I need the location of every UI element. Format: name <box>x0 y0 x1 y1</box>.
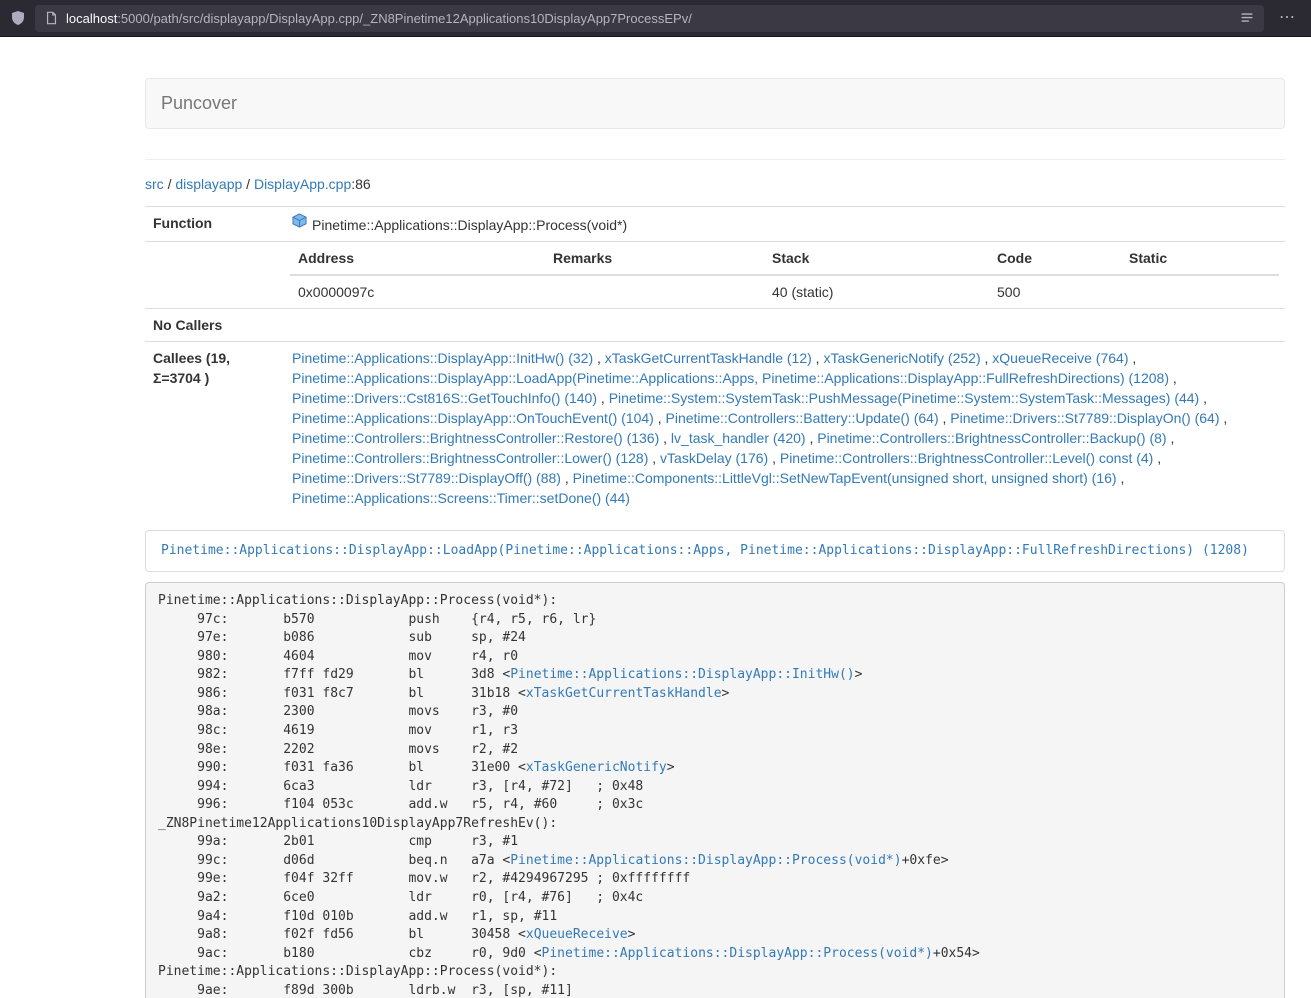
stats-cell: Address Remarks Stack Code Static 0x0000… <box>284 242 1285 309</box>
callee-separator: , <box>1128 350 1136 366</box>
col-static: Static <box>1121 242 1279 275</box>
callee-link[interactable]: xTaskGenericNotify (252) <box>823 350 980 366</box>
callee-separator: , <box>1220 410 1228 426</box>
breadcrumb-line-number: :86 <box>351 176 370 192</box>
breadcrumb: src / displayapp / DisplayApp.cpp:86 <box>145 174 1285 194</box>
url-path: :5000/path/src/displayapp/DisplayApp.cpp… <box>117 11 692 26</box>
callee-link[interactable]: Pinetime::Controllers::BrightnessControl… <box>817 430 1166 446</box>
callee-separator: , <box>597 390 609 406</box>
callee-separator: , <box>812 350 824 366</box>
callee-separator: , <box>1167 430 1175 446</box>
url-text[interactable]: localhost:5000/path/src/displayapp/Displ… <box>66 11 1232 26</box>
brand[interactable]: Puncover <box>161 93 237 114</box>
stats-table: Address Remarks Stack Code Static 0x0000… <box>290 242 1279 308</box>
function-row: Function Pinetime::Applications::Display… <box>145 207 1285 242</box>
disassembly: Pinetime::Applications::DisplayApp::Proc… <box>145 582 1285 998</box>
value-code: 500 <box>989 275 1121 308</box>
callee-link[interactable]: Pinetime::Components::LittleVgl::SetNewT… <box>573 470 1117 486</box>
callee-link[interactable]: Pinetime::Controllers::BrightnessControl… <box>292 430 659 446</box>
stats-row: Address Remarks Stack Code Static 0x0000… <box>145 242 1285 309</box>
callee-link[interactable]: Pinetime::Controllers::BrightnessControl… <box>780 450 1153 466</box>
code-symbol-link[interactable]: Pinetime::Applications::DisplayApp::Proc… <box>510 853 901 868</box>
row-label-no-callers: No Callers <box>145 309 284 342</box>
navbar: Puncover <box>145 78 1285 129</box>
url-bar[interactable]: localhost:5000/path/src/displayapp/Displ… <box>35 5 1264 32</box>
row-label-function: Function <box>145 207 284 242</box>
function-name: Pinetime::Applications::DisplayApp::Proc… <box>312 217 627 233</box>
value-static <box>1121 275 1279 308</box>
callee-separator: , <box>593 350 605 366</box>
code-symbol-link[interactable]: Pinetime::Applications::DisplayApp::Init… <box>510 667 854 682</box>
no-callers-cell <box>284 309 1285 342</box>
callee-separator: , <box>806 430 818 446</box>
callee-separator: , <box>1117 470 1125 486</box>
breadcrumb-separator: / <box>168 176 172 192</box>
reader-mode-icon[interactable] <box>1240 11 1254 25</box>
page-icon[interactable] <box>45 11 58 25</box>
page-container: Puncover src / displayapp / DisplayApp.c… <box>145 37 1285 998</box>
overflow-menu-button[interactable]: ⋯ <box>1273 10 1301 26</box>
callee-separator: , <box>659 430 671 446</box>
url-host: localhost <box>66 11 117 26</box>
value-remarks <box>545 275 764 308</box>
stats-values-row: 0x0000097c 40 (static) 500 <box>290 275 1279 308</box>
callee-link[interactable]: xTaskGetCurrentTaskHandle (12) <box>605 350 812 366</box>
shield-icon[interactable] <box>10 10 26 26</box>
col-remarks: Remarks <box>545 242 764 275</box>
callee-separator: , <box>1199 390 1207 406</box>
breadcrumb-link-file[interactable]: DisplayApp.cpp <box>254 176 351 192</box>
callee-link[interactable]: Pinetime::Applications::DisplayApp::OnTo… <box>292 410 654 426</box>
callee-link[interactable]: Pinetime::Applications::Screens::Timer::… <box>292 490 630 506</box>
callee-separator: , <box>654 410 666 426</box>
row-label-empty <box>145 242 284 309</box>
callee-separator: , <box>981 350 993 366</box>
callee-link[interactable]: Pinetime::Controllers::Battery::Update()… <box>666 410 939 426</box>
code-symbol-link[interactable]: Pinetime::Applications::DisplayApp::Proc… <box>542 946 933 961</box>
callees-row: Callees (19, Σ=3704 ) Pinetime::Applicat… <box>145 342 1285 515</box>
callee-link[interactable]: Pinetime::Drivers::St7789::DisplayOff() … <box>292 470 561 486</box>
callee-separator: , <box>561 470 573 486</box>
value-stack: 40 (static) <box>764 275 989 308</box>
callee-separator: , <box>1153 450 1161 466</box>
col-address: Address <box>290 242 545 275</box>
function-cell: Pinetime::Applications::DisplayApp::Proc… <box>284 207 1285 242</box>
callee-link[interactable]: Pinetime::Applications::DisplayApp::Load… <box>292 370 1169 386</box>
callee-link[interactable]: lv_task_handler (420) <box>671 430 806 446</box>
callee-link[interactable]: Pinetime::Drivers::Cst816S::GetTouchInfo… <box>292 390 597 406</box>
no-callers-row: No Callers <box>145 309 1285 342</box>
callee-separator: , <box>1169 370 1177 386</box>
callee-link[interactable]: Pinetime::System::SystemTask::PushMessag… <box>609 390 1200 406</box>
callee-link[interactable]: vTaskDelay (176) <box>660 450 768 466</box>
code-symbol-link[interactable]: xTaskGenericNotify <box>526 760 667 775</box>
function-table: Function Pinetime::Applications::Display… <box>145 206 1285 514</box>
row-label-callees: Callees (19, Σ=3704 ) <box>145 342 284 515</box>
callee-link[interactable]: Pinetime::Drivers::St7789::DisplayOn() (… <box>950 410 1219 426</box>
breadcrumb-link-src[interactable]: src <box>145 176 164 192</box>
code-symbol-link[interactable]: xQueueReceive <box>526 927 628 942</box>
symbol-highlight-box: Pinetime::Applications::DisplayApp::Load… <box>145 530 1285 572</box>
symbol-highlight-link[interactable]: Pinetime::Applications::DisplayApp::Load… <box>161 543 1249 558</box>
col-stack: Stack <box>764 242 989 275</box>
code-symbol-link[interactable]: xTaskGetCurrentTaskHandle <box>526 686 722 701</box>
callee-link[interactable]: Pinetime::Applications::DisplayApp::Init… <box>292 350 593 366</box>
callee-separator: , <box>768 450 780 466</box>
callee-link[interactable]: Pinetime::Controllers::BrightnessControl… <box>292 450 648 466</box>
callee-separator: , <box>939 410 951 426</box>
callee-link[interactable]: xQueueReceive (764) <box>992 350 1128 366</box>
function-icon <box>292 213 307 233</box>
callee-separator: , <box>648 450 660 466</box>
callees-cell: Pinetime::Applications::DisplayApp::Init… <box>284 342 1285 515</box>
col-code: Code <box>989 242 1121 275</box>
value-address: 0x0000097c <box>290 275 545 308</box>
browser-chrome: localhost:5000/path/src/displayapp/Displ… <box>0 0 1311 37</box>
breadcrumb-separator: / <box>246 176 250 192</box>
divider <box>145 159 1285 160</box>
breadcrumb-link-displayapp[interactable]: displayapp <box>175 176 242 192</box>
